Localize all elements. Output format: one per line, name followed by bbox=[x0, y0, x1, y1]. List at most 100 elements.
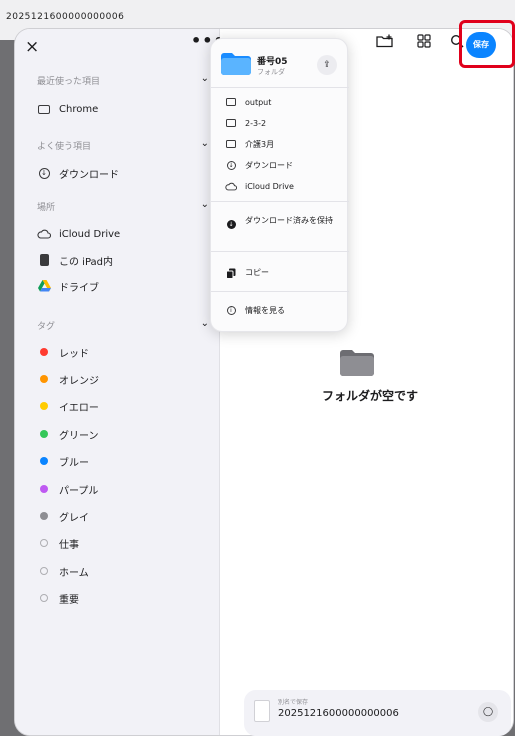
sidebar-item-label: グリーン bbox=[59, 430, 99, 442]
chevron-down-icon[interactable]: ⌄ bbox=[201, 138, 209, 149]
popup-folder-name: 番号05 bbox=[257, 57, 288, 67]
new-folder-icon[interactable] bbox=[376, 34, 394, 52]
sidebar-item-label: パープル bbox=[59, 485, 99, 497]
menu-item-copy[interactable]: コピー bbox=[225, 267, 343, 279]
icloud-icon bbox=[225, 181, 237, 191]
sidebar-item-google-drive[interactable]: ドライブ bbox=[37, 277, 207, 295]
sidebar-item-downloads[interactable]: ↓ ダウンロード bbox=[37, 164, 207, 182]
chevron-down-icon[interactable]: ⌄ bbox=[201, 199, 209, 210]
menu-item-keep-downloaded[interactable]: ↓ ダウンロード済みを保持 bbox=[225, 215, 343, 229]
save-button-highlight bbox=[459, 20, 515, 68]
sidebar-tag-gray[interactable]: グレイ bbox=[37, 507, 207, 525]
menu-item-label: output bbox=[245, 98, 272, 107]
empty-tag-dot bbox=[40, 594, 48, 602]
empty-tag-dot bbox=[40, 539, 48, 547]
sidebar-item-label: イエロー bbox=[59, 402, 99, 414]
section-recents-title: 最近使った項目 bbox=[37, 77, 101, 87]
sidebar-tag-yellow[interactable]: イエロー bbox=[37, 397, 207, 415]
gray-tag-dot bbox=[40, 512, 48, 520]
info-icon: i bbox=[225, 305, 237, 315]
green-tag-dot bbox=[40, 430, 48, 438]
popup-folder-kind: フォルダ bbox=[257, 68, 285, 76]
sidebar-item-on-ipad[interactable]: この iPad内 bbox=[37, 251, 207, 269]
sidebar-item-label: グレイ bbox=[59, 512, 89, 524]
menu-item-label: iCloud Drive bbox=[245, 182, 294, 191]
menu-item-output[interactable]: output bbox=[225, 97, 343, 108]
sidebar-item-label: ブルー bbox=[59, 457, 89, 469]
menu-item-label: ダウンロード済みを保持 bbox=[245, 216, 333, 225]
download-icon: ↓ bbox=[37, 166, 51, 180]
sidebar-tag-important[interactable]: 重要 bbox=[37, 589, 207, 607]
menu-item-get-info[interactable]: i 情報を見る bbox=[225, 305, 343, 316]
document-icon bbox=[254, 700, 270, 722]
sidebar-item-icloud[interactable]: iCloud Drive bbox=[37, 225, 207, 243]
sidebar-item-label: オレンジ bbox=[59, 375, 99, 387]
close-icon[interactable]: × bbox=[25, 37, 45, 57]
folder-icon bbox=[225, 97, 237, 106]
blue-tag-dot bbox=[40, 457, 48, 465]
divider bbox=[211, 251, 349, 252]
icloud-icon bbox=[37, 227, 51, 241]
chevron-down-icon[interactable]: ⌄ bbox=[201, 318, 209, 329]
sidebar-item-label: ドライブ bbox=[59, 282, 99, 294]
sidebar: × ••• 最近使った項目 ⌄ Chrome よく使う項目 ⌄ ↓ ダウンロード… bbox=[15, 29, 224, 735]
section-recents[interactable]: 最近使った項目 ⌄ bbox=[37, 73, 209, 90]
sidebar-tag-purple[interactable]: パープル bbox=[37, 480, 207, 498]
sidebar-item-label: レッド bbox=[59, 348, 89, 360]
purple-tag-dot bbox=[40, 485, 48, 493]
chevron-down-icon[interactable]: ⌄ bbox=[201, 73, 209, 84]
menu-item-2-3-2[interactable]: 2-3-2 bbox=[225, 118, 343, 129]
menu-item-label: ダウンロード bbox=[245, 161, 293, 170]
menu-item-downloads[interactable]: ↓ ダウンロード bbox=[225, 160, 343, 171]
sidebar-tag-red[interactable]: レッド bbox=[37, 343, 207, 361]
save-as-bar: 別名で保存 2025121600000000006 ◯ bbox=[244, 690, 511, 736]
sidebar-item-label: Chrome bbox=[59, 103, 99, 115]
sidebar-item-label: この iPad内 bbox=[59, 256, 114, 268]
sidebar-tag-home[interactable]: ホーム bbox=[37, 562, 207, 580]
folder-context-menu: 番号05 フォルダ ⇪ output 2-3-2 介護3月 ↓ ダウンロード iC… bbox=[210, 38, 349, 332]
divider bbox=[211, 201, 349, 202]
menu-item-icloud[interactable]: iCloud Drive bbox=[225, 181, 343, 192]
tag-icon[interactable]: ◯ bbox=[478, 702, 498, 722]
folder-icon bbox=[225, 139, 237, 148]
menu-item-label: コピー bbox=[245, 268, 269, 277]
section-favorites[interactable]: よく使う項目 ⌄ bbox=[37, 138, 209, 155]
yellow-tag-dot bbox=[40, 402, 48, 410]
empty-folder-message: フォルダが空です bbox=[321, 389, 418, 403]
section-tags-title: タグ bbox=[37, 322, 56, 332]
grid-view-icon[interactable] bbox=[417, 34, 431, 52]
menu-item-label: 情報を見る bbox=[245, 306, 285, 315]
share-icon[interactable]: ⇪ bbox=[317, 55, 337, 75]
sidebar-item-label: 仕事 bbox=[59, 539, 79, 551]
section-locations[interactable]: 場所 ⌄ bbox=[37, 199, 209, 216]
folder-icon bbox=[37, 102, 51, 116]
sidebar-item-label: ダウンロード bbox=[59, 169, 119, 181]
divider bbox=[211, 291, 349, 292]
menu-item-label: 介護3月 bbox=[245, 140, 275, 149]
sidebar-item-label: iCloud Drive bbox=[59, 228, 121, 240]
empty-folder-icon bbox=[340, 350, 374, 376]
sidebar-item-label: 重要 bbox=[59, 594, 79, 606]
sidebar-item-chrome[interactable]: Chrome bbox=[37, 100, 207, 118]
background-window-title: 2025121600000000006 bbox=[6, 12, 125, 22]
sidebar-tag-work[interactable]: 仕事 bbox=[37, 534, 207, 552]
google-drive-icon bbox=[37, 279, 51, 293]
download-filled-icon: ↓ bbox=[226, 220, 236, 229]
menu-item-kaigo[interactable]: 介護3月 bbox=[225, 139, 343, 150]
divider bbox=[211, 87, 349, 88]
ipad-icon bbox=[37, 253, 51, 267]
folder-icon bbox=[221, 53, 251, 75]
orange-tag-dot bbox=[40, 375, 48, 383]
save-as-label: 別名で保存 bbox=[278, 699, 309, 706]
filename-field[interactable]: 2025121600000000006 bbox=[278, 708, 399, 719]
sidebar-tag-orange[interactable]: オレンジ bbox=[37, 370, 207, 388]
sidebar-item-label: ホーム bbox=[59, 567, 89, 579]
download-icon: ↓ bbox=[226, 161, 236, 170]
menu-item-label: 2-3-2 bbox=[245, 119, 267, 128]
section-tags[interactable]: タグ ⌄ bbox=[37, 318, 209, 335]
sidebar-tag-green[interactable]: グリーン bbox=[37, 425, 207, 443]
empty-tag-dot bbox=[40, 567, 48, 575]
sidebar-tag-blue[interactable]: ブルー bbox=[37, 452, 207, 470]
section-locations-title: 場所 bbox=[37, 203, 56, 213]
folder-icon bbox=[225, 118, 237, 127]
